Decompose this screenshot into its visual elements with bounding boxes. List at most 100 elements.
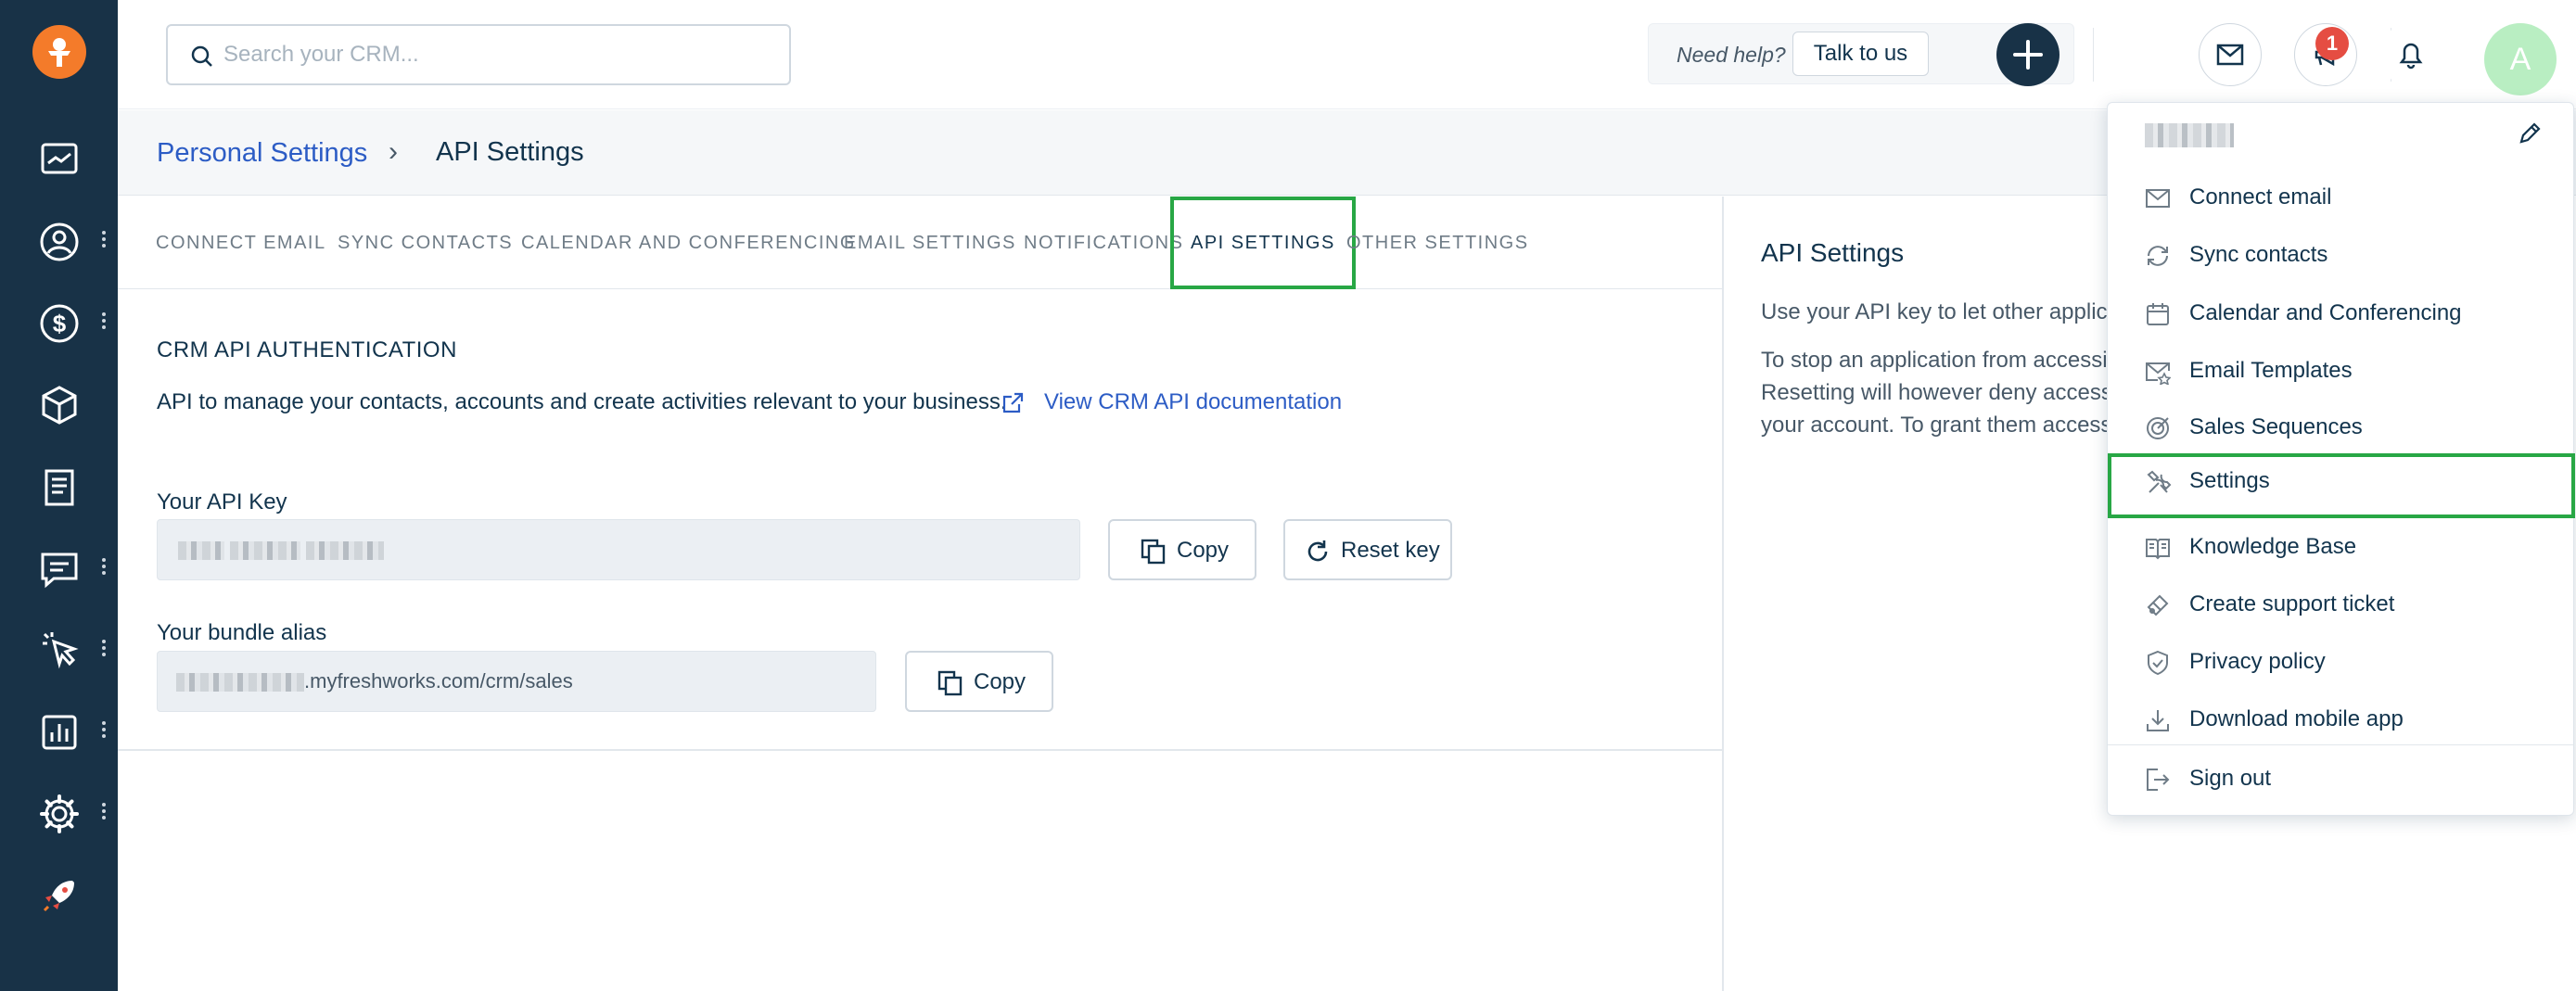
menu-item-settings[interactable]: Settings <box>2108 453 2575 518</box>
api-documentation-link[interactable]: View CRM API documentation <box>1044 389 1342 415</box>
page-title: API Settings <box>436 137 584 167</box>
settings-gear-icon[interactable] <box>35 790 83 838</box>
menu-item-label: Settings <box>2189 468 2270 493</box>
conversations-more-icon[interactable] <box>100 555 108 581</box>
menu-item-label: Sales Sequences <box>2189 414 2363 439</box>
menu-item-privacy-policy[interactable]: Privacy policy <box>2110 634 2573 690</box>
menu-item-connect-email[interactable]: Connect email <box>2110 170 2573 225</box>
menu-item-label: Knowledge Base <box>2189 534 2357 559</box>
tab-sync-contacts[interactable]: SYNC CONTACTS <box>338 197 513 289</box>
copy-bundle-alias-button[interactable]: Copy <box>905 651 1053 712</box>
ticket-icon <box>2147 594 2169 616</box>
copy-api-key-button[interactable]: Copy <box>1108 519 1256 580</box>
search-input[interactable] <box>223 39 761 70</box>
email-button[interactable] <box>2199 23 2262 86</box>
tab-api-settings[interactable]: API SETTINGS <box>1170 197 1356 289</box>
copy-label: Copy <box>974 669 1027 694</box>
menu-item-sign-out[interactable]: Sign out <box>2110 751 2573 807</box>
tab-notifications[interactable]: NOTIFICATIONS <box>1024 197 1183 289</box>
add-new-button[interactable] <box>1996 23 2060 86</box>
info-text: your account. To grant them access <box>1761 413 2112 438</box>
section-description: API to manage your contacts, accounts an… <box>157 389 1007 414</box>
menu-item-email-templates[interactable]: Email Templates <box>2110 343 2573 399</box>
bell-icon <box>2399 43 2423 70</box>
reset-key-button[interactable]: Reset key <box>1283 519 1452 580</box>
menu-item-label: Sign out <box>2189 766 2272 791</box>
menu-item-knowledge-base[interactable]: Knowledge Base <box>2110 519 2573 575</box>
menu-item-create-support-ticket[interactable]: Create support ticket <box>2110 577 2573 632</box>
sign-out-icon <box>2147 769 2170 791</box>
deals-icon[interactable]: $ <box>35 299 83 348</box>
api-key-value-masked <box>178 538 385 562</box>
email-template-icon <box>2146 362 2171 385</box>
menu-divider <box>2108 744 2573 745</box>
rocket-icon[interactable] <box>35 871 83 920</box>
bundle-alias-field[interactable]: .myfreshworks.com/crm/sales <box>157 651 876 712</box>
products-icon[interactable] <box>35 381 83 429</box>
menu-item-label: Sync contacts <box>2189 242 2328 267</box>
talk-to-us-button[interactable]: Talk to us <box>1792 32 1929 76</box>
breadcrumb-personal-settings-link[interactable]: Personal Settings <box>157 138 367 169</box>
dashboard-icon[interactable] <box>35 135 83 184</box>
menu-item-label: Create support ticket <box>2189 591 2395 616</box>
contacts-icon[interactable] <box>35 218 83 266</box>
info-text: Resetting will however deny access <box>1761 380 2112 405</box>
mail-icon <box>2216 44 2244 66</box>
notification-badge: 1 <box>2315 27 2349 60</box>
search-icon <box>191 45 212 67</box>
avatar[interactable]: A <box>2484 23 2557 95</box>
book-icon <box>2146 539 2170 560</box>
shield-icon <box>2148 650 2168 676</box>
contacts-more-icon[interactable] <box>100 228 108 254</box>
reports-more-icon[interactable] <box>100 718 108 744</box>
menu-item-label: Calendar and Conferencing <box>2189 300 2462 325</box>
copy-icon <box>1141 539 1166 565</box>
download-icon <box>2147 710 2169 731</box>
app-logo[interactable] <box>32 25 86 79</box>
api-key-field[interactable] <box>157 519 1080 580</box>
reset-key-label: Reset key <box>1341 538 1440 563</box>
settings-tabs: CONNECT EMAIL SYNC CONTACTS CALENDAR AND… <box>118 197 1722 289</box>
menu-item-sync-contacts[interactable]: Sync contacts <box>2110 227 2573 283</box>
target-icon <box>2147 417 2169 439</box>
api-key-label: Your API Key <box>157 489 287 515</box>
external-link-icon <box>1002 392 1024 413</box>
tab-calendar-and-conferencing[interactable]: CALENDAR AND CONFERENCING <box>521 197 856 289</box>
documents-icon[interactable] <box>35 464 83 512</box>
mail-icon <box>2146 189 2170 208</box>
copy-icon <box>937 670 963 696</box>
tab-other-settings[interactable]: OTHER SETTINGS <box>1346 197 1529 289</box>
tab-connect-email[interactable]: CONNECT EMAIL <box>156 197 326 289</box>
menu-item-calendar-and-conferencing[interactable]: Calendar and Conferencing <box>2110 286 2573 341</box>
info-title: API Settings <box>1761 238 1905 267</box>
menu-item-download-mobile-app[interactable]: Download mobile app <box>2110 692 2573 747</box>
tab-email-settings[interactable]: EMAIL SETTINGS <box>844 197 1016 289</box>
menu-item-sales-sequences[interactable]: Sales Sequences <box>2110 400 2573 455</box>
menu-item-label: Email Templates <box>2189 358 2353 383</box>
search-box[interactable] <box>166 24 791 85</box>
marketing-more-icon[interactable] <box>100 637 108 663</box>
settings-more-icon[interactable] <box>100 800 108 826</box>
conversations-icon[interactable] <box>35 545 83 593</box>
menu-item-label: Connect email <box>2189 184 2332 210</box>
left-sidebar: $ <box>0 0 118 991</box>
marketing-icon[interactable] <box>35 627 83 675</box>
bundle-alias-value: .myfreshworks.com/crm/sales <box>176 669 573 693</box>
plus-icon <box>2013 40 2043 70</box>
menu-item-label: Privacy policy <box>2189 649 2326 674</box>
pencil-icon[interactable] <box>2516 120 2544 147</box>
bundle-alias-label: Your bundle alias <box>157 620 327 645</box>
info-text: Use your API key to let other applic <box>1761 299 2108 324</box>
section-title: CRM API AUTHENTICATION <box>157 337 457 362</box>
header-divider <box>2093 28 2094 82</box>
menu-item-label: Download mobile app <box>2189 706 2404 731</box>
svg-text:$: $ <box>53 310 67 337</box>
tools-icon <box>2147 470 2172 493</box>
notifications-button[interactable] <box>2379 23 2442 86</box>
reports-icon[interactable] <box>35 708 83 756</box>
help-text: Need help? <box>1677 43 1786 67</box>
breadcrumb-separator: › <box>389 136 398 167</box>
deals-more-icon[interactable] <box>100 310 108 336</box>
sync-icon <box>2148 246 2168 266</box>
api-settings-panel: CRM API AUTHENTICATION API to manage you… <box>118 289 1722 751</box>
